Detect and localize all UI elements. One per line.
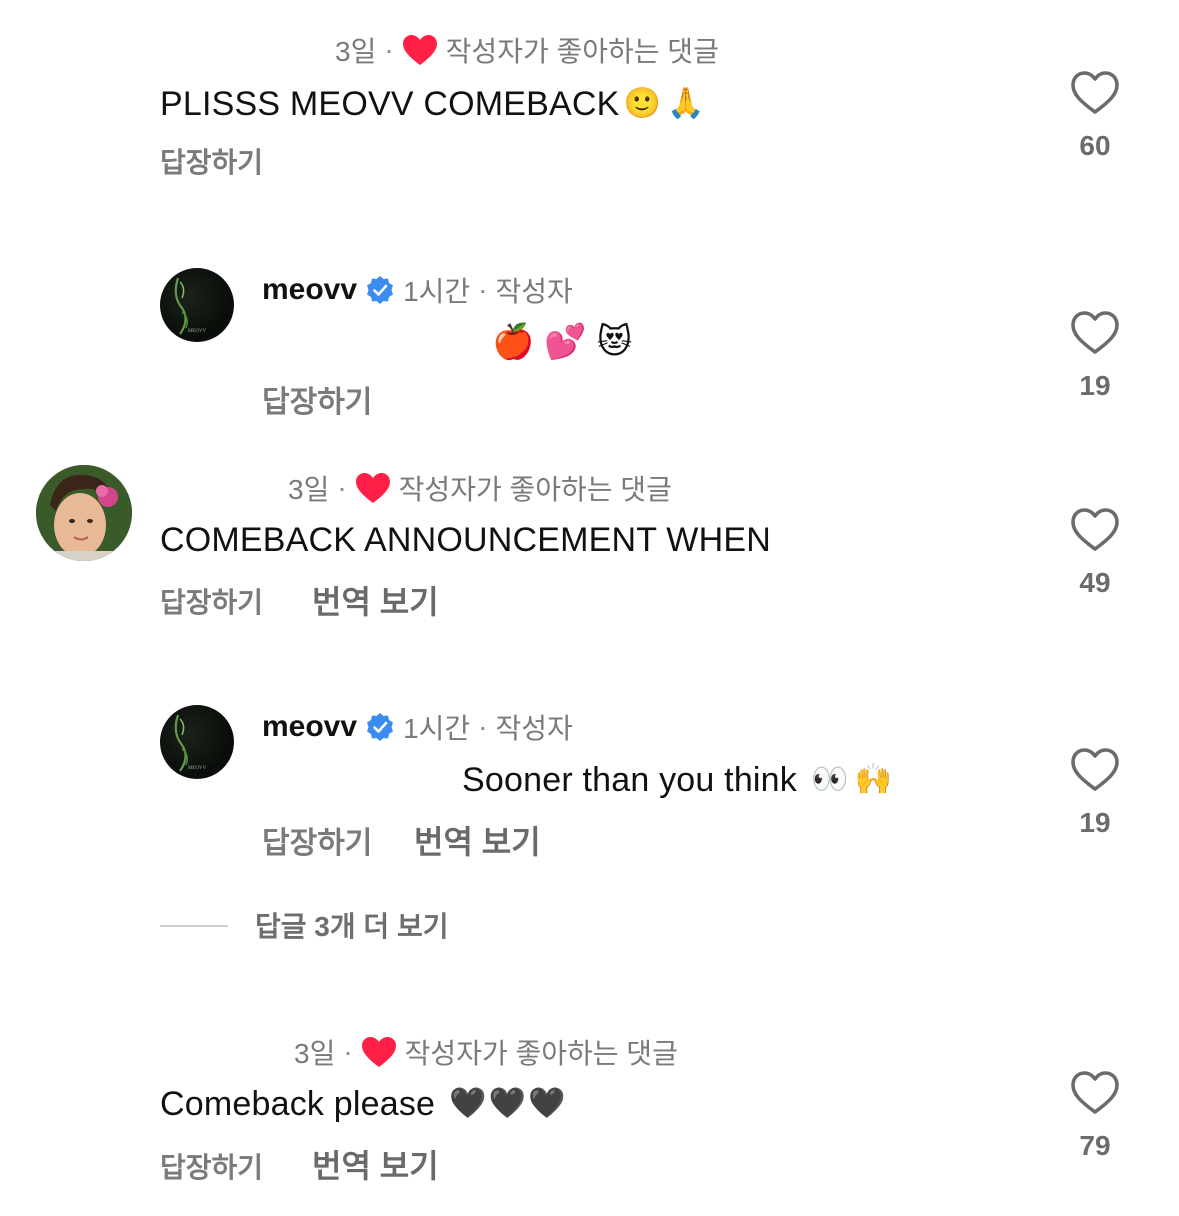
red-heart-icon [361,1037,396,1067]
eyes-icon: 👀 [811,762,849,797]
comment-2-reply-button[interactable]: 답장하기 [262,385,372,421]
black-heart-icon: 🖤 [488,1086,527,1121]
slightly-smiling-face-icon: 🙂 [623,86,662,121]
comment-1-like-count: 60 [1079,130,1111,161]
comment-3-like-count: 49 [1079,567,1111,598]
comment-2-meta: 1시간 · 작성자 [403,270,573,310]
comment-2-header: meovv 1시간 · 작성자 [262,270,573,310]
separator: · [478,274,488,305]
heart-eyes-cat-icon: 😻 [596,322,633,362]
svg-text:MEOVV: MEOVV [188,766,207,771]
comment-1-text: PLISSS MEOVV COMEBACK [160,85,620,123]
comment-4-translate-button[interactable]: 번역 보기 [414,822,541,862]
black-heart-icon: 🖤 [449,1086,487,1121]
profile-photo [36,465,132,561]
comment-1-reply-button[interactable]: 답장하기 [160,145,263,181]
two-hearts-icon: 💕 [544,322,587,362]
comment-5-time: 3일 [294,1038,336,1069]
comment-1-text-row: PLISSS MEOVV COMEBACK 🙂 🙏 [160,84,705,124]
liked-by-author-label: 작성자가 좋아하는 댓글 [404,1038,678,1069]
username[interactable]: meovv [262,273,357,307]
meovv-avatar[interactable]: MEOVV [160,268,234,342]
comment-1-meta: 3일 · 작성자가 좋아하는 댓글 [335,30,719,70]
comment-4-reply-button[interactable]: 답장하기 [262,826,372,862]
meovv-logo-icon: MEOVV [174,277,207,335]
liked-by-author-label: 작성자가 좋아하는 댓글 [445,36,719,67]
heart-outline-icon[interactable] [1069,68,1121,116]
comment-2-like: 19 [1055,308,1135,402]
black-heart-icon: 🖤 [528,1086,566,1121]
red-heart-icon [402,35,437,65]
heart-outline-icon[interactable] [1069,745,1121,793]
comment-3-reply-button[interactable]: 답장하기 [160,585,263,621]
comment-5-text: Comeback please [160,1085,436,1123]
red-apple-icon: 🍎 [492,322,535,362]
separator: · [384,34,394,65]
comment-5-reply-button[interactable]: 답장하기 [160,1150,263,1186]
comment-3-like: 49 [1055,505,1135,599]
comment-2-like-count: 19 [1079,370,1111,401]
comment-3-text: COMEBACK ANNOUNCEMENT WHEN [160,521,771,559]
liked-by-author-label: 작성자가 좋아하는 댓글 [398,474,672,505]
separator: · [337,472,347,503]
heart-outline-icon[interactable] [1069,308,1121,356]
heart-outline-icon[interactable] [1069,1068,1121,1116]
comment-5-translate-button[interactable]: 번역 보기 [312,1146,439,1186]
comment-3-time: 3일 [288,474,330,505]
comment-5-like: 79 [1055,1068,1135,1162]
user-avatar[interactable] [36,465,132,561]
author-label: 작성자 [495,276,573,307]
view-more-replies-button[interactable]: 답글 3개 더 보기 [255,905,448,945]
author-label: 작성자 [495,713,573,744]
comment-3-translate-button[interactable]: 번역 보기 [312,582,439,622]
raising-hands-icon: 🙌 [854,762,893,797]
comment-4-like-count: 19 [1079,807,1111,838]
comment-1-like: 60 [1055,68,1135,162]
svg-text:MEOVV: MEOVV [188,329,207,334]
comment-4-time: 1시간 [403,713,471,744]
meovv-avatar[interactable]: MEOVV [160,705,234,779]
folded-hands-icon: 🙏 [667,86,705,121]
heart-outline-icon[interactable] [1069,505,1121,553]
comment-4-text: Sooner than you think [462,761,797,799]
comment-4-header: meovv 1시간 · 작성자 [262,707,573,747]
comment-5-text-row: Comeback please 🖤 🖤 🖤 [160,1084,566,1124]
meovv-logo-icon: MEOVV [174,714,207,772]
comment-4-like: 19 [1055,745,1135,839]
comment-4-text-row: Sooner than you think 👀 🙌 [462,760,892,800]
comment-3-meta: 3일 · 작성자가 좋아하는 댓글 [288,468,672,508]
separator: · [478,711,488,742]
comment-1-time: 3일 [335,36,377,67]
comment-2-time: 1시간 [403,276,471,307]
view-more-divider [160,925,228,927]
comment-5-meta: 3일 · 작성자가 좋아하는 댓글 [294,1032,678,1072]
comment-2-text-row: 🍎 💕 😻 [492,322,632,362]
red-heart-icon [355,473,390,503]
separator: · [343,1036,353,1067]
verified-badge-icon [367,276,394,304]
username[interactable]: meovv [262,710,357,744]
comment-4-meta: 1시간 · 작성자 [403,707,573,747]
verified-badge-icon [367,713,394,741]
comment-5-like-count: 79 [1079,1130,1111,1161]
